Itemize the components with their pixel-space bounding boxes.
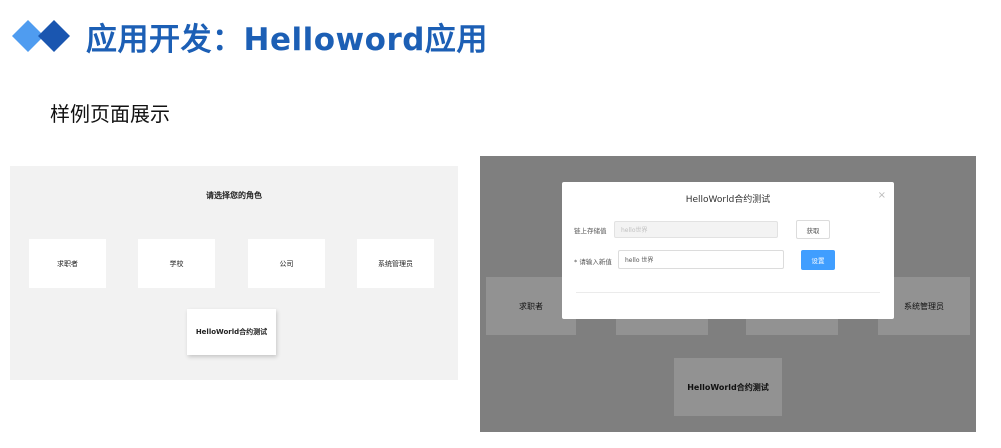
role-selection-heading: 请选择您的角色: [206, 191, 262, 200]
stored-value-input[interactable]: hello世界: [614, 221, 778, 238]
get-button[interactable]: 获取: [796, 220, 830, 239]
new-value-label: * 请输入新值: [574, 258, 612, 266]
modal-title: HelloWorld合约测试: [685, 195, 771, 205]
helloworld-modal-screenshot: 求职者 系统管理员 HelloWorld合约测试 HelloWorld合约测试 …: [480, 156, 976, 432]
role-selection-screenshot: 请选择您的角色 求职者 学校 公司 系统管理员 HelloWorld合约测试: [10, 166, 458, 380]
slide-title: 应用开发：Helloword应用: [86, 22, 488, 58]
helloworld-modal: HelloWorld合约测试 × 链上存储值 hello世界 获取 * 请输入新…: [562, 182, 894, 319]
close-icon[interactable]: ×: [878, 190, 886, 201]
bg-card-helloworld-test: HelloWorld合约测试: [674, 358, 782, 416]
role-card-school[interactable]: 学校: [138, 239, 215, 288]
new-value-input[interactable]: hello 世界: [618, 250, 784, 269]
modal-footer-divider: [576, 292, 880, 293]
role-card-helloworld-test[interactable]: HelloWorld合约测试: [187, 309, 276, 355]
diamond-logo-icon: [12, 20, 70, 52]
role-card-company[interactable]: 公司: [248, 239, 325, 288]
role-card-seeker[interactable]: 求职者: [29, 239, 106, 288]
stored-value-label: 链上存储值: [574, 227, 607, 235]
slide-subtitle: 样例页面展示: [50, 102, 170, 126]
set-button[interactable]: 设置: [801, 250, 835, 270]
role-card-admin[interactable]: 系统管理员: [357, 239, 434, 288]
